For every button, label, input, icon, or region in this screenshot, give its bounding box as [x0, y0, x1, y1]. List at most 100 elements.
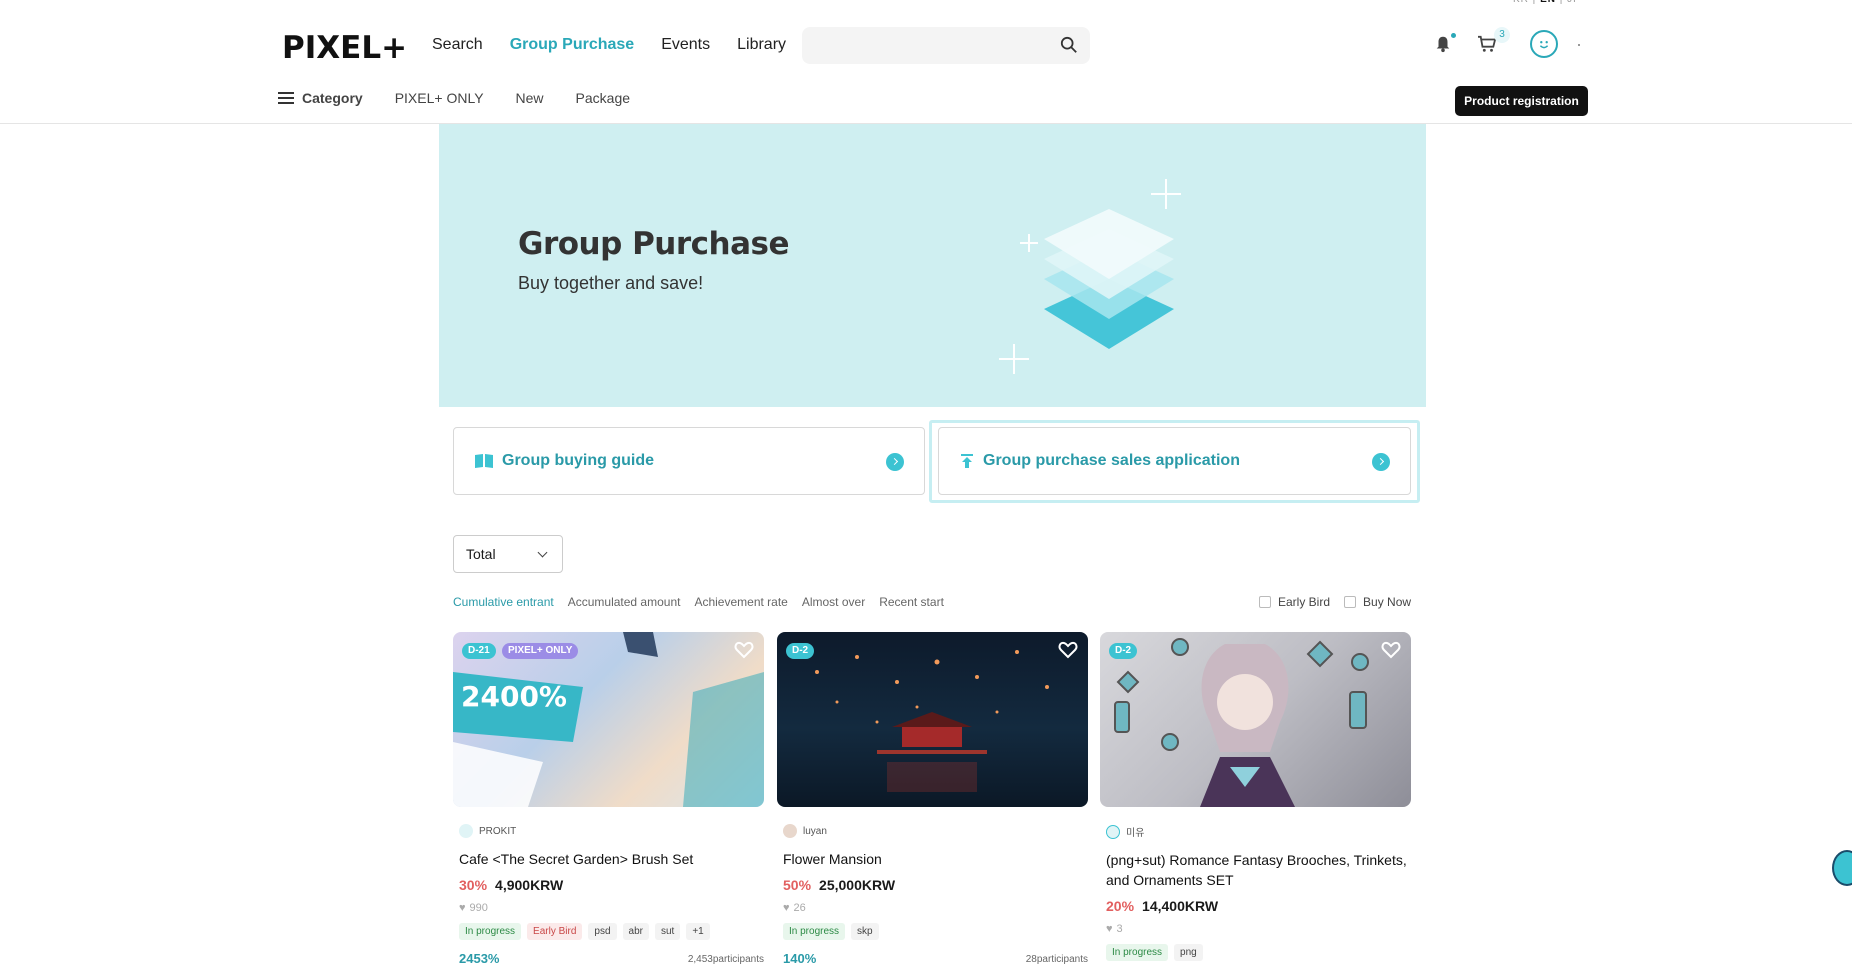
banner-subtitle: Buy together and save!	[518, 273, 704, 293]
likes: ♥ 3	[1106, 923, 1411, 935]
heart-icon[interactable]	[734, 640, 754, 660]
sort-recent-start[interactable]: Recent start	[879, 595, 944, 609]
sort-cumulative-entrant[interactable]: Cumulative entrant	[453, 595, 554, 609]
discount: 30%	[459, 877, 488, 893]
checkbox[interactable]	[1344, 596, 1357, 608]
buy-now-label: Buy Now	[1363, 595, 1412, 609]
price-row: 20% 14,400KRW	[1106, 898, 1411, 914]
notification-dot	[1451, 33, 1456, 38]
dday-badge: D-2	[1109, 643, 1138, 659]
smile-icon	[1539, 41, 1549, 49]
participants: 2,453participants	[687, 954, 764, 965]
participants: 28participants	[1025, 954, 1088, 965]
likes: ♥ 26	[783, 902, 1088, 914]
likes: ♥ 990	[459, 902, 764, 914]
product-registration-button[interactable]: Product registration	[1455, 86, 1588, 116]
tag: png	[1174, 944, 1203, 961]
tag: Early Bird	[527, 923, 583, 940]
tag: psd	[588, 923, 617, 940]
heart-icon[interactable]	[1381, 640, 1401, 660]
stacked-layers-illustration	[999, 179, 1181, 374]
profile-button[interactable]	[1530, 30, 1558, 58]
price: 14,400KRW	[1142, 898, 1219, 914]
product-thumbnail[interactable]: D-2	[777, 632, 1088, 807]
seller[interactable]: 미유	[1106, 824, 1411, 839]
product-card[interactable]: 2400% D-21 PIXEL+ ONLY PROKIT Cafe <The …	[453, 632, 764, 966]
price-row: 30% 4,900KRW	[459, 877, 764, 893]
book-icon	[475, 454, 493, 468]
group-buying-guide-button[interactable]: Group buying guide	[453, 427, 925, 495]
tag: +1	[686, 923, 710, 940]
chevron-down-icon	[537, 547, 548, 558]
logo[interactable]: PIXEL+	[282, 30, 407, 66]
achievement-rate: 2453%	[459, 951, 500, 966]
sales-application-button[interactable]: Group purchase sales application	[938, 427, 1411, 495]
arrow-right-icon	[886, 453, 904, 471]
nav-search[interactable]: Search	[432, 36, 483, 54]
nav-library[interactable]: Library	[737, 36, 786, 54]
heart-small-icon: ♥	[783, 902, 790, 914]
sort-options: Cumulative entrant Accumulated amount Ac…	[453, 595, 944, 609]
nav-events[interactable]: Events	[661, 36, 710, 54]
tag-list: In progress Early Bird psd abr sut +1	[459, 923, 764, 940]
total-select[interactable]: Total	[453, 535, 563, 573]
notification-button[interactable]	[1430, 31, 1456, 57]
tag: In progress	[783, 923, 846, 940]
likes-count: 26	[793, 902, 806, 914]
product-title[interactable]: (png+sut) Romance Fantasy Brooches, Trin…	[1106, 850, 1411, 890]
product-thumbnail[interactable]: 2400% D-21 PIXEL+ ONLY	[453, 632, 764, 807]
tag-list: In progress png	[1106, 944, 1411, 961]
progress-row: 2453% 2,453participants	[459, 951, 764, 966]
search-icon[interactable]	[1060, 36, 1078, 54]
cart-badge: 3	[1494, 27, 1510, 43]
seller[interactable]: luyan	[783, 824, 1088, 838]
header-icons: 3	[1430, 27, 1558, 58]
price-row: 50% 25,000KRW	[783, 877, 1088, 893]
buy-now-filter[interactable]: Buy Now	[1344, 595, 1411, 609]
category-label: Category	[302, 90, 363, 106]
product-card[interactable]: D-2 미유 (png+sut) Romance Fantasy Brooche…	[1100, 632, 1411, 961]
cart-button[interactable]: 3	[1474, 27, 1510, 57]
checkbox[interactable]	[1259, 596, 1271, 608]
likes-count: 990	[469, 902, 488, 914]
discount: 20%	[1106, 898, 1135, 914]
product-card[interactable]: D-2 luyan Flower Mansion 50% 25,000KRW ♥ 2…	[777, 632, 1088, 966]
lantern-night-artwork	[815, 650, 1049, 792]
nav-group-purchase[interactable]: Group Purchase	[510, 36, 634, 54]
sort-almost-over[interactable]: Almost over	[802, 595, 865, 609]
subnav-package[interactable]: Package	[576, 90, 630, 106]
sort-accumulated-amount[interactable]: Accumulated amount	[568, 595, 681, 609]
product-title[interactable]: Flower Mansion	[783, 849, 1088, 869]
heart-icon[interactable]	[1058, 640, 1078, 660]
category-button[interactable]: Category	[278, 90, 363, 106]
pixel-only-badge: PIXEL+ ONLY	[502, 643, 579, 659]
achievement-rate: 140%	[783, 951, 817, 966]
product-title[interactable]: Cafe <The Secret Garden> Brush Set	[459, 849, 764, 869]
sub-nav: Category PIXEL+ ONLY New Package	[278, 90, 630, 106]
brooches-artwork	[1114, 638, 1369, 807]
subnav-new[interactable]: New	[516, 90, 544, 106]
bell-icon	[1436, 36, 1450, 53]
hero-banner: Group Purchase Buy together and save!	[439, 124, 1426, 407]
main-nav: Search Group Purchase Events Library	[432, 36, 786, 54]
heart-small-icon: ♥	[1106, 923, 1113, 935]
upload-icon	[961, 454, 973, 468]
early-bird-label: Early Bird	[1278, 595, 1331, 609]
brush-set-artwork	[453, 632, 764, 807]
avatar	[459, 824, 473, 838]
search-input[interactable]	[802, 27, 1042, 64]
subnav-pixel-only[interactable]: PIXEL+ ONLY	[395, 90, 484, 106]
application-label: Group purchase sales application	[983, 452, 1240, 469]
tag: sut	[654, 923, 681, 940]
guide-label: Group buying guide	[502, 452, 654, 469]
early-bird-filter[interactable]: Early Bird	[1259, 595, 1330, 609]
price: 25,000KRW	[819, 877, 896, 893]
sort-achievement-rate[interactable]: Achievement rate	[694, 595, 787, 609]
product-thumbnail[interactable]: D-2	[1100, 632, 1411, 807]
arrow-right-icon	[1372, 453, 1390, 471]
progress-row: 140% 28participants	[783, 951, 1088, 966]
menu-dot	[1578, 44, 1580, 46]
banner-title: Group Purchase	[518, 226, 790, 262]
floating-mascot-button[interactable]	[1832, 850, 1852, 886]
seller[interactable]: PROKIT	[459, 824, 764, 838]
